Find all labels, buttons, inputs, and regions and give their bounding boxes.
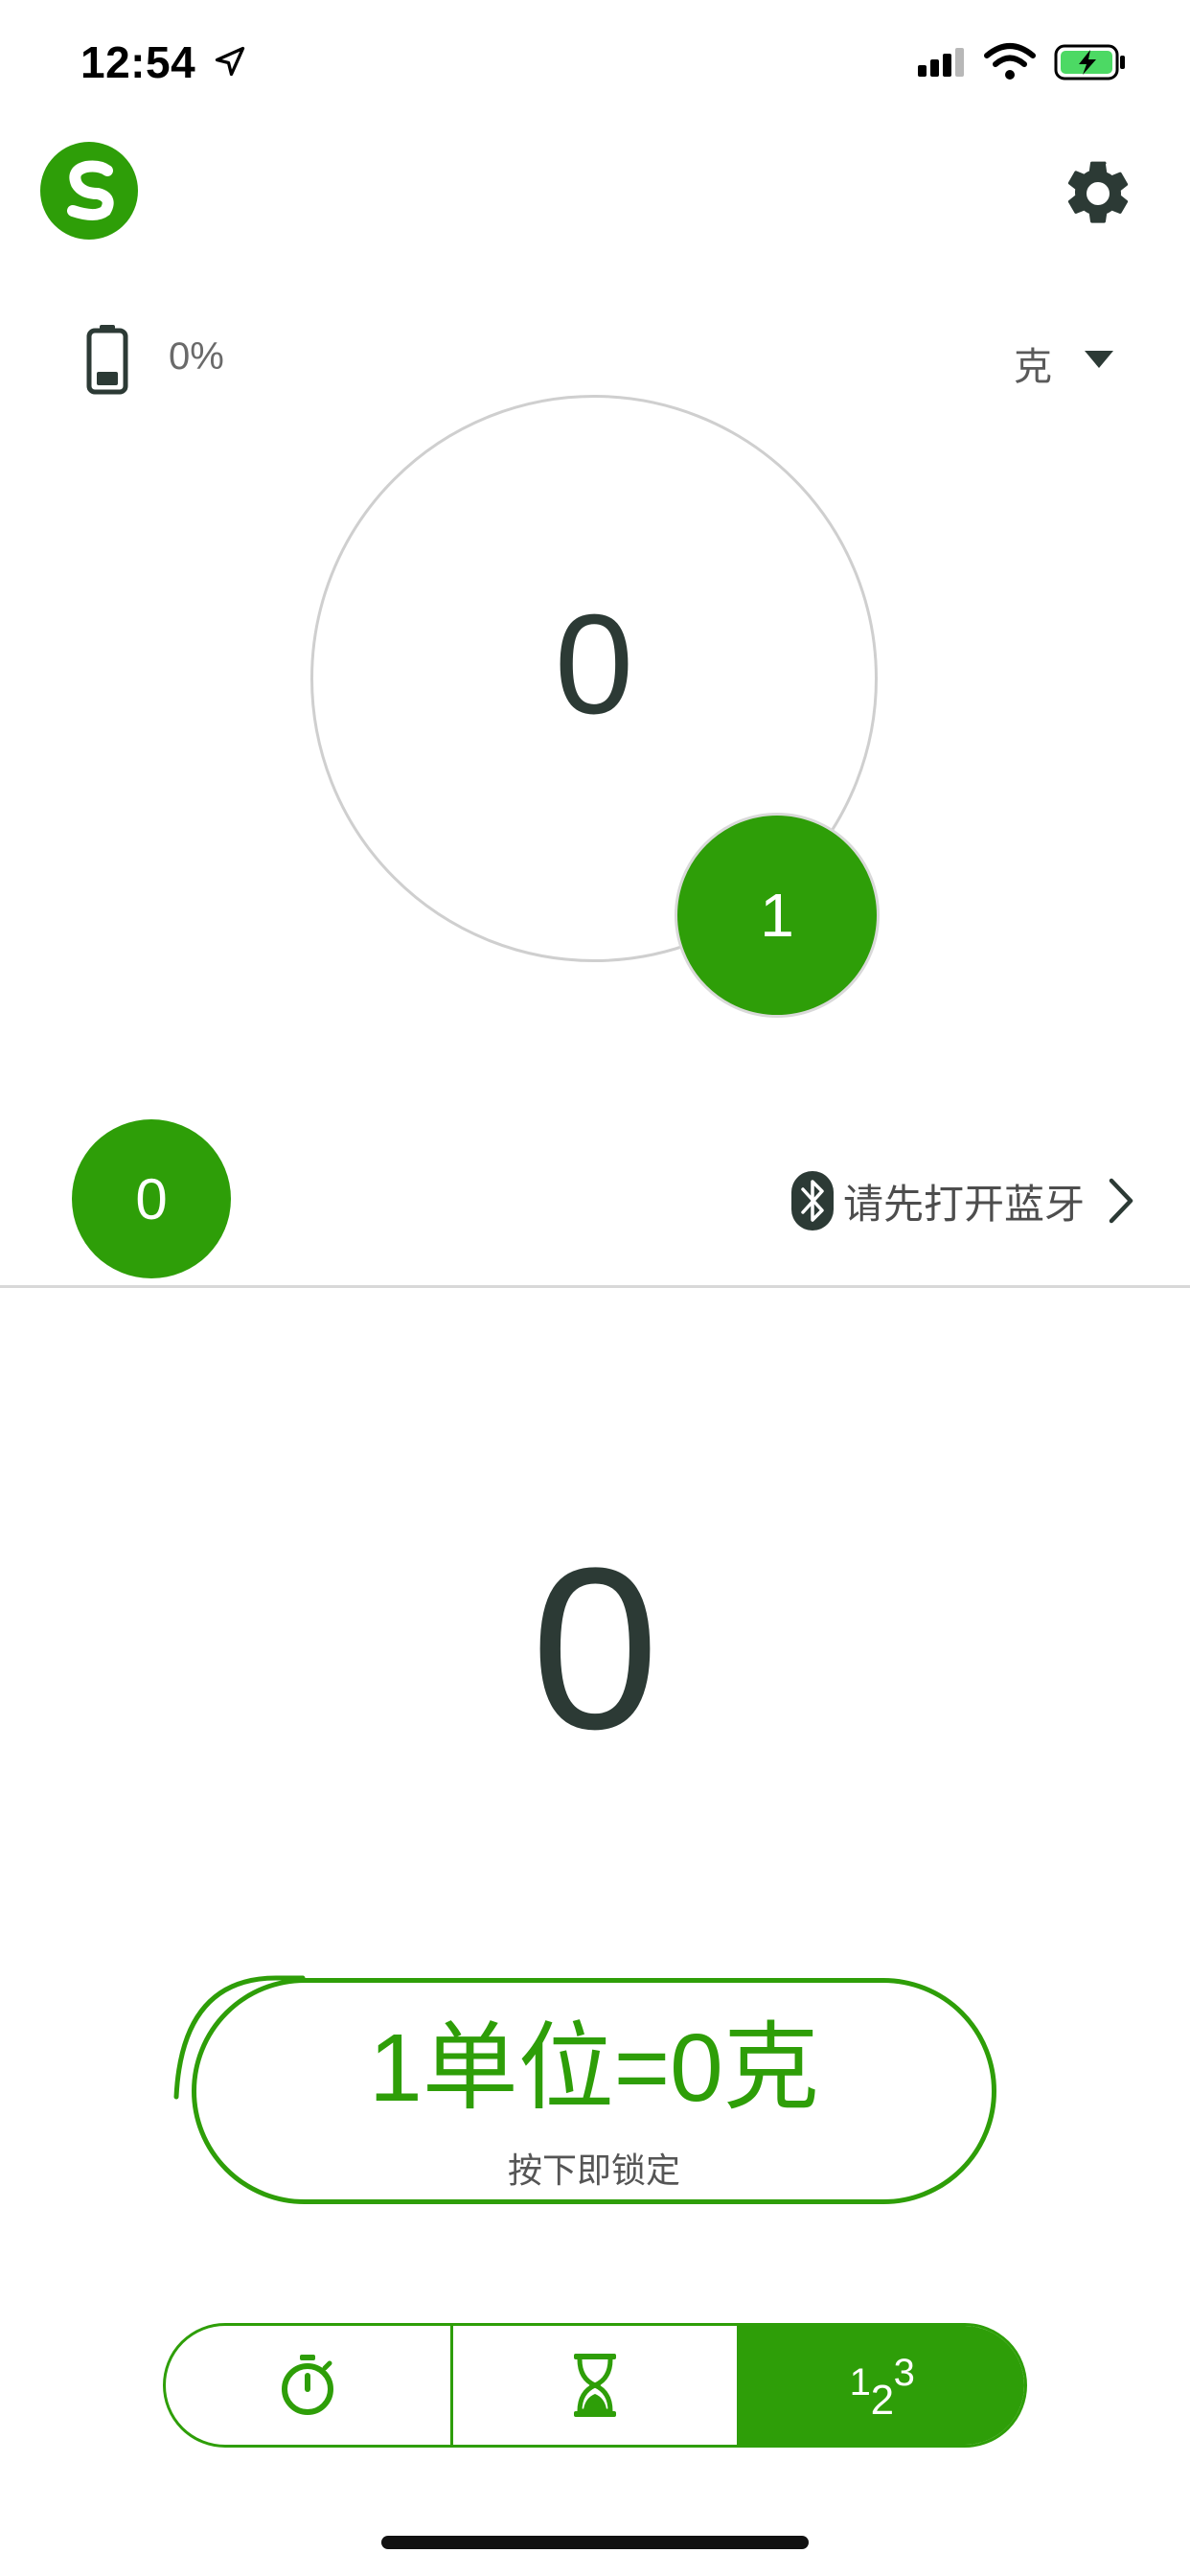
unit-selector-label[interactable]: 克	[1014, 335, 1052, 391]
counter-icon-digit-3: 3	[893, 2352, 915, 2394]
caret-down-icon[interactable]	[1083, 349, 1115, 370]
app-logo	[40, 142, 138, 240]
tab-timer[interactable]	[449, 2326, 738, 2445]
counter-badge-value: 0	[135, 1166, 168, 1231]
location-arrow-icon	[215, 46, 245, 77]
chevron-right-icon	[1109, 1178, 1133, 1224]
counter-icon-digit-1: 1	[849, 2361, 871, 2404]
bluetooth-prompt[interactable]: 请先打开蓝牙	[791, 1167, 1140, 1234]
mode-segmented-control: 1 2 3	[163, 2323, 1027, 2448]
lock-button-label: 1单位=0克	[369, 2014, 819, 2122]
counter-badge: 0	[72, 1119, 231, 1278]
phone-battery-charging-icon	[1054, 44, 1125, 80]
main-readout: 0	[531, 1520, 659, 1777]
logo-s-icon	[67, 160, 114, 220]
cellular-signal-icon	[918, 48, 964, 77]
lock-button-hint: 按下即锁定	[507, 2150, 680, 2190]
bluetooth-icon	[791, 1171, 834, 1230]
stopwatch-icon	[282, 2355, 334, 2415]
dial-count-badge-value: 1	[760, 881, 794, 950]
tab-stopwatch[interactable]	[166, 2326, 450, 2445]
wifi-icon	[984, 43, 1036, 80]
home-indicator	[381, 2536, 809, 2549]
scale-battery-percent: 0%	[169, 335, 224, 378]
counter-icon-digit-2: 2	[870, 2377, 895, 2424]
section-divider	[0, 1285, 1190, 1288]
settings-gear-icon[interactable]	[1060, 155, 1136, 232]
scale-battery-icon	[86, 325, 128, 395]
dial-count-badge: 1	[675, 813, 880, 1018]
status-time: 12:54	[80, 37, 196, 87]
bluetooth-prompt-text: 请先打开蓝牙	[843, 1181, 1086, 1227]
hourglass-icon	[574, 2354, 616, 2417]
tab-counter[interactable]: 1 2 3	[737, 2326, 1024, 2445]
dial-value: 0	[554, 586, 634, 744]
counter-123-icon: 1 2 3	[844, 2352, 921, 2424]
